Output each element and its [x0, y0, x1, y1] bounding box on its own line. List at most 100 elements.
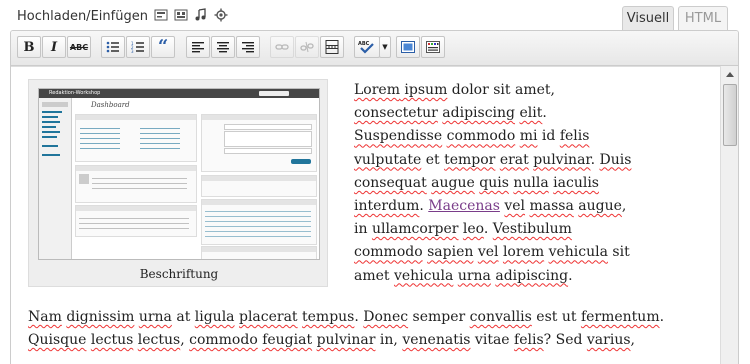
misspelled-word: Quisque — [28, 332, 87, 348]
misspelled-word: feugiat — [262, 332, 313, 348]
misspelled-word: fermentum — [580, 309, 660, 325]
misspelled-word: ipsum — [399, 82, 448, 98]
misspelled-word: sapien — [427, 244, 474, 261]
text-run: , — [630, 332, 635, 348]
kitchen-sink-button[interactable] — [421, 36, 445, 58]
misspelled-word: lectus — [137, 332, 181, 348]
misspelled-word: lectus — [90, 332, 134, 348]
embedded-right-now-box — [75, 114, 197, 162]
misspelled-word: felis — [559, 128, 590, 145]
link-icon — [275, 44, 289, 50]
misspelled-word: pulvinar — [533, 151, 591, 168]
align-center-icon — [217, 42, 229, 53]
editor-frame: B I ABC 123 “ ABC ▼ Redaktion-Workshop D… — [10, 30, 739, 364]
align-right-button[interactable] — [236, 36, 260, 58]
misspelled-word: convallis — [469, 309, 532, 325]
text-run: est ut — [531, 309, 581, 325]
text-run: . — [568, 267, 573, 284]
blockquote-button[interactable]: “ — [151, 36, 175, 58]
add-audio-icon[interactable] — [194, 8, 208, 22]
misspelled-word: lorem — [502, 244, 545, 261]
align-left-button[interactable] — [186, 36, 210, 58]
misspelled-word: dignissim — [66, 309, 135, 325]
strikethrough-button[interactable]: ABC — [67, 36, 91, 58]
spellcheck-icon: ABC — [358, 41, 374, 54]
scroll-up-arrow-icon[interactable] — [721, 66, 738, 82]
insert-more-tag-button[interactable] — [320, 36, 344, 58]
misspelled-word: augue — [431, 174, 475, 191]
embedded-news-box — [201, 246, 317, 259]
spellcheck-language-dropdown[interactable]: ▼ — [379, 36, 391, 58]
add-image-icon[interactable] — [154, 8, 168, 22]
misspelled-word: iaculis — [553, 174, 599, 191]
misspelled-word: nulla — [513, 174, 549, 191]
misspelled-word: mi — [519, 128, 538, 145]
paragraph-2[interactable]: Nam dignissim urna at ligula placerat te… — [28, 306, 708, 352]
embedded-sidebar — [39, 98, 72, 259]
format-toolbar: B I ABC 123 “ ABC ▼ — [11, 31, 738, 66]
misspelled-word: tempor — [444, 151, 496, 168]
text-run: ? Sed — [543, 332, 587, 348]
tab-html[interactable]: HTML — [678, 6, 728, 30]
misspelled-word: placerat — [238, 309, 298, 325]
embedded-drafts-box — [201, 175, 317, 197]
scrollbar-thumb[interactable] — [723, 84, 737, 146]
unlink-icon — [300, 41, 314, 53]
remove-link-button[interactable] — [295, 36, 319, 58]
embedded-site-title: Redaktion-Workshop — [49, 90, 101, 96]
embedded-page-title: Dashboard — [91, 101, 130, 109]
tab-visual[interactable]: Visuell — [622, 6, 674, 30]
misspelled-word: tempus — [302, 309, 355, 325]
svg-text:3: 3 — [131, 49, 134, 53]
misspelled-word: commodo — [189, 332, 258, 348]
embedded-blog-box — [201, 199, 317, 245]
text-run: . — [542, 105, 547, 122]
strikethrough-icon: ABC — [69, 42, 89, 52]
misspelled-word: ullamcorper — [371, 221, 459, 238]
misspelled-word: quis — [479, 174, 509, 191]
image-figure[interactable]: Redaktion-Workshop Dashboard Beschriftun… — [28, 79, 328, 287]
editor-scrollbar[interactable] — [720, 66, 738, 364]
fullscreen-button[interactable] — [396, 36, 420, 58]
add-gallery-icon[interactable] — [174, 8, 188, 22]
insert-link-button[interactable] — [270, 36, 294, 58]
media-buttons — [154, 8, 228, 22]
paragraph-1[interactable]: Lorem ipsum dolor sit amet, consectetur … — [354, 79, 639, 288]
numbered-list-icon: 123 — [131, 41, 144, 53]
text-run: . — [659, 309, 665, 325]
align-center-button[interactable] — [211, 36, 235, 58]
blockquote-icon: “ — [157, 36, 169, 57]
text-run: dolor sit amet, — [447, 82, 555, 98]
italic-button[interactable]: I — [42, 36, 66, 58]
editor-content-area[interactable]: Redaktion-Workshop Dashboard Beschriftun… — [11, 66, 720, 364]
more-tag-icon — [325, 40, 339, 54]
text-run: et — [421, 151, 445, 168]
misspelled-word: Duis — [599, 151, 632, 168]
bold-icon: B — [23, 39, 35, 55]
numbered-list-button[interactable]: 123 — [126, 36, 150, 58]
chevron-down-icon: ▼ — [382, 43, 388, 51]
embedded-incoming-links-box — [75, 205, 197, 237]
misspelled-word: consectetur — [354, 105, 438, 122]
misspelled-word: commodo — [354, 244, 423, 261]
embedded-dashboard-image: Redaktion-Workshop Dashboard — [38, 88, 320, 260]
misspelled-word: varius — [586, 332, 631, 348]
misspelled-word: vel — [477, 244, 499, 261]
text-link[interactable]: Maecenas — [428, 198, 500, 214]
spellcheck-button[interactable]: ABC — [354, 36, 380, 58]
text-run: . — [419, 198, 429, 215]
misspelled-word: commodo — [446, 128, 516, 145]
image-caption[interactable]: Beschriftung — [29, 267, 329, 281]
add-media-icon[interactable] — [214, 8, 228, 22]
bullet-list-button[interactable] — [101, 36, 125, 58]
bold-button[interactable]: B — [17, 36, 41, 58]
misspelled-word: pulvinar — [316, 332, 376, 348]
misspelled-word: consequat — [354, 174, 427, 191]
bullet-list-icon — [106, 41, 119, 53]
misspelled-word: urna — [457, 267, 491, 284]
misspelled-word: interdum — [354, 198, 420, 215]
misspelled-word: vulputate — [354, 151, 422, 168]
text-run: vitae — [470, 332, 515, 348]
misspelled-word: urna — [138, 309, 172, 325]
misspelled-word: Lorem — [354, 82, 400, 98]
